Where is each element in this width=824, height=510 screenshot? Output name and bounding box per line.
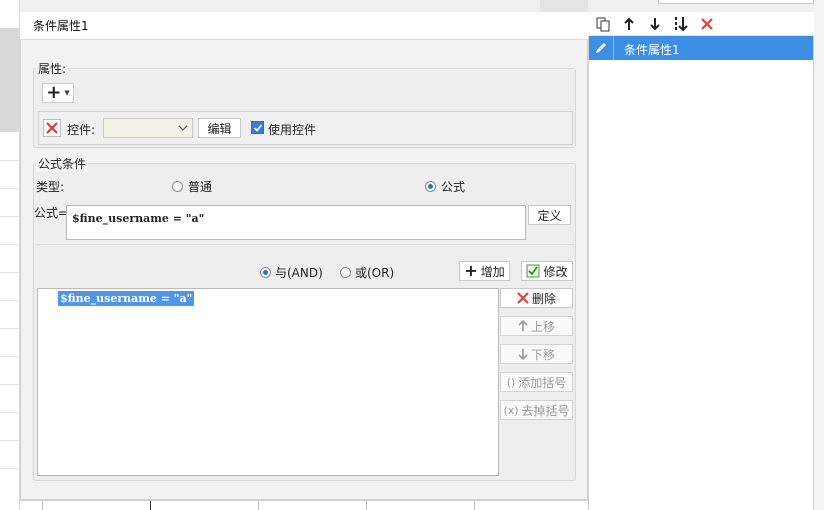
- add-bracket-button[interactable]: () 添加括号: [500, 372, 573, 392]
- remove-bracket-label: 去掉括号: [521, 403, 570, 418]
- control-label: 控件:: [67, 123, 96, 137]
- type-normal-option[interactable]: 普通: [172, 178, 212, 195]
- add-condition-label: 增加: [480, 264, 505, 279]
- type-formula-option[interactable]: 公式: [425, 178, 465, 195]
- edit-button[interactable]: 编辑: [198, 118, 241, 138]
- formula-input[interactable]: $fine_username = "a": [66, 205, 526, 240]
- control-select[interactable]: [103, 118, 193, 138]
- type-normal-label: 普通: [188, 180, 213, 194]
- condition-list-panel: [588, 12, 814, 510]
- radio-formula[interactable]: [425, 181, 436, 192]
- modify-condition-label: 修改: [543, 264, 568, 279]
- move-down-button[interactable]: 下移: [500, 344, 573, 364]
- background-sheet: [0, 0, 20, 510]
- background-field: [658, 0, 814, 4]
- chevron-down-icon: ▼: [64, 89, 70, 97]
- arrow-down-icon: [518, 349, 528, 360]
- pencil-icon[interactable]: [589, 36, 614, 60]
- arrow-up-icon[interactable]: [620, 15, 638, 33]
- list-item-label: 条件属性1: [624, 43, 680, 57]
- type-formula-label: 公式: [441, 180, 466, 194]
- modify-icon: [526, 264, 540, 278]
- property-legend: 属性:: [36, 60, 69, 77]
- move-bottom-icon[interactable]: [672, 15, 690, 33]
- list-item-text: $fine_username = "a": [60, 292, 193, 305]
- right-toolbar: [588, 12, 814, 36]
- copy-icon[interactable]: [594, 15, 612, 33]
- use-control-label: 使用控件: [268, 123, 317, 137]
- remove-bracket-button[interactable]: (x) 去掉括号: [500, 400, 573, 420]
- modify-condition-button[interactable]: 修改: [521, 261, 573, 281]
- plus-icon: +: [464, 261, 478, 280]
- plus-icon: +: [46, 82, 62, 103]
- formula-legend: 公式条件: [36, 155, 89, 172]
- arrow-down-icon[interactable]: [646, 15, 664, 33]
- radio-or[interactable]: [340, 267, 351, 278]
- divider: [36, 244, 574, 245]
- move-up-label: 上移: [530, 319, 555, 334]
- condition-list[interactable]: $fine_username = "a": [37, 288, 499, 476]
- dialog-titlebar: [20, 12, 588, 40]
- define-button[interactable]: 定义: [528, 205, 571, 225]
- type-label: 类型:: [36, 180, 65, 194]
- add-bracket-label: 添加括号: [518, 375, 567, 390]
- delete-condition-button[interactable]: 删除: [500, 288, 573, 308]
- logic-or-option[interactable]: 或(OR): [340, 264, 394, 281]
- logic-or-label: 或(OR): [355, 266, 395, 280]
- list-item[interactable]: $fine_username = "a": [58, 291, 195, 306]
- add-condition-button[interactable]: + 增加: [459, 261, 510, 281]
- dialog-title: 条件属性1: [33, 19, 89, 33]
- list-item[interactable]: 条件属性1: [589, 36, 813, 60]
- background-edge: [814, 0, 824, 510]
- delete-icon: [517, 292, 529, 304]
- formula-input-text: $fine_username = "a": [72, 212, 205, 225]
- add-property-button[interactable]: + ▼: [42, 83, 74, 103]
- logic-and-option[interactable]: 与(AND): [260, 264, 323, 281]
- delete-icon[interactable]: [698, 15, 716, 33]
- delete-property-icon[interactable]: [43, 119, 61, 137]
- arrow-up-icon: [518, 320, 528, 331]
- radio-and[interactable]: [260, 267, 271, 278]
- use-control-checkbox[interactable]: [251, 121, 264, 134]
- remove-bracket-icon: (x): [503, 403, 519, 417]
- background-strip: [540, 0, 588, 12]
- delete-condition-label: 删除: [531, 291, 556, 306]
- chevron-down-icon: [174, 119, 192, 137]
- move-up-button[interactable]: 上移: [500, 316, 573, 336]
- formula-label: 公式=: [34, 206, 69, 220]
- background-bottom-grid: [20, 500, 588, 510]
- move-down-label: 下移: [530, 347, 555, 362]
- bracket-icon: (): [506, 375, 516, 389]
- radio-normal[interactable]: [172, 181, 183, 192]
- logic-and-label: 与(AND): [275, 266, 323, 280]
